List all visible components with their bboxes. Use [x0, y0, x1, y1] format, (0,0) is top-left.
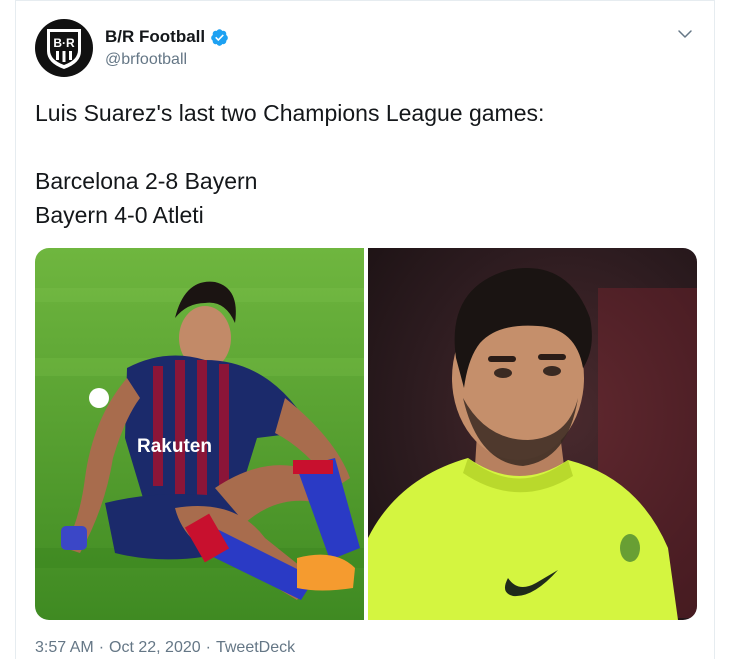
tweet-date[interactable]: Oct 22, 2020: [109, 639, 201, 656]
meta-separator: ·: [98, 639, 105, 656]
tweet-card[interactable]: B·R B/R Football @brfootball Luis Suarez…: [15, 0, 715, 659]
display-name[interactable]: B/R Football: [105, 27, 205, 47]
br-logo-icon: B·R: [47, 29, 81, 69]
meta-separator: ·: [205, 639, 211, 656]
account-avatar[interactable]: B·R: [35, 19, 93, 77]
atletico-photo-image: [368, 248, 697, 620]
verified-badge-icon: [211, 28, 228, 46]
tweet-line: Luis Suarez's last two Champions League …: [35, 100, 545, 126]
author-name-row[interactable]: B/R Football: [105, 27, 229, 47]
chevron-down-icon[interactable]: [676, 25, 694, 43]
tweet-source[interactable]: TweetDeck: [216, 639, 295, 656]
tweet-line: Bayern 4-0 Atleti: [35, 202, 204, 228]
barcelona-photo-image: Rakuten: [35, 248, 364, 620]
tweet-meta: 3:57 AM · Oct 22, 2020 · TweetDeck: [35, 639, 295, 657]
jersey-sponsor-text: Rakuten: [137, 436, 212, 457]
avatar-monogram: B·R: [53, 36, 75, 50]
tweet-time[interactable]: 3:57 AM: [35, 639, 94, 656]
tweet-text: Luis Suarez's last two Champions League …: [35, 96, 695, 232]
photo-barcelona-kit[interactable]: Rakuten: [35, 248, 364, 620]
account-handle[interactable]: @brfootball: [105, 51, 187, 69]
tweet-line: Barcelona 2-8 Bayern: [35, 168, 258, 194]
photo-atletico-kit[interactable]: [368, 248, 697, 620]
tweet-media[interactable]: Rakuten: [35, 248, 697, 620]
